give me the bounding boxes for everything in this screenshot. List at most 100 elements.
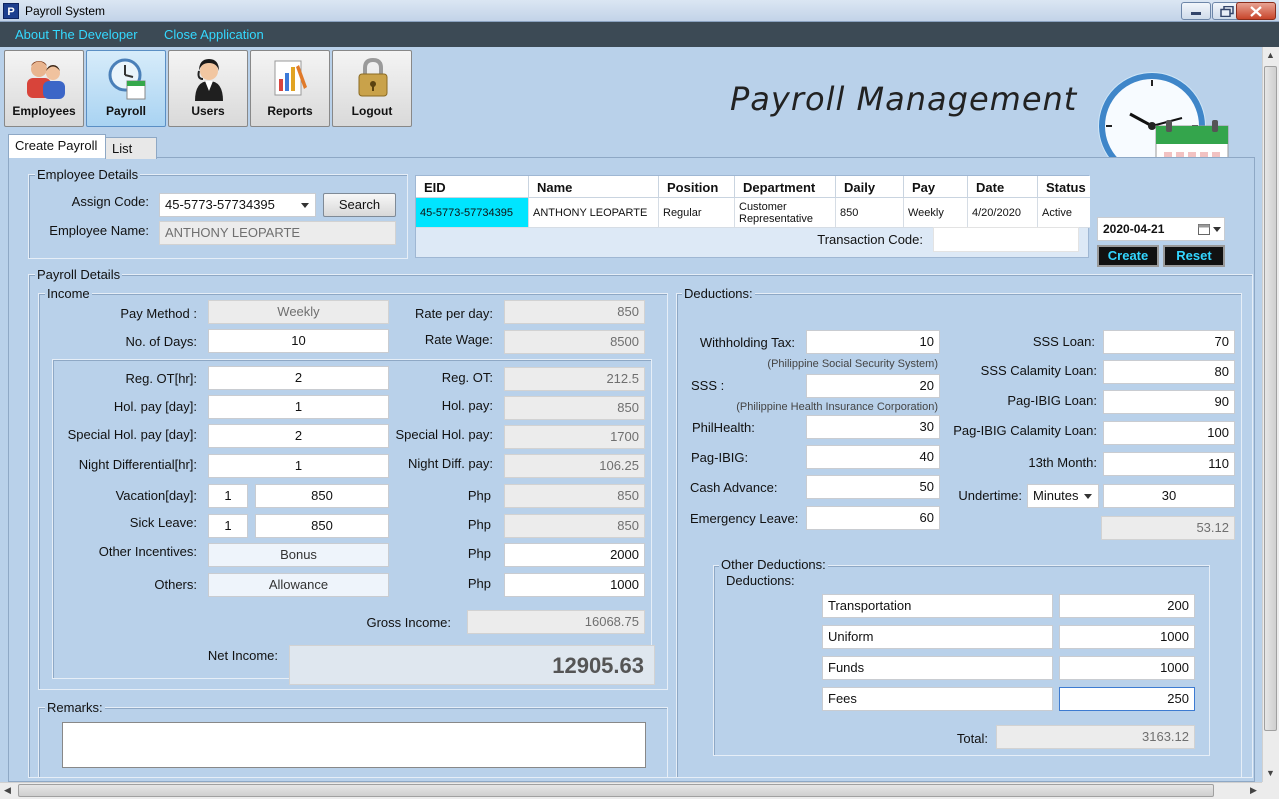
other-deduction-name-3[interactable]: Funds: [822, 656, 1053, 680]
withholding-tax-input[interactable]: 10: [806, 330, 940, 354]
scroll-down-icon[interactable]: ▼: [1266, 768, 1275, 778]
chevron-down-icon: [1084, 494, 1092, 499]
pagibig-calamity-loan-input[interactable]: 100: [1103, 421, 1235, 445]
grid-cell-position[interactable]: Regular: [659, 198, 735, 228]
horizontal-scroll-thumb[interactable]: [18, 784, 1214, 797]
vacation-days-input[interactable]: 1: [208, 484, 248, 508]
grid-header-name[interactable]: Name: [529, 176, 659, 198]
other-deduction-value-2[interactable]: 1000: [1059, 625, 1195, 649]
reg-ot-field[interactable]: 212.5: [504, 367, 645, 391]
month13-input[interactable]: 110: [1103, 452, 1235, 476]
other-deduction-value-4[interactable]: 250: [1059, 687, 1195, 711]
sick-days-input[interactable]: 1: [208, 514, 248, 538]
other-incentives-name-input[interactable]: Bonus: [208, 543, 389, 567]
undertime-input[interactable]: 30: [1103, 484, 1235, 508]
grid-header-position[interactable]: Position: [659, 176, 735, 198]
undertime-amount-field[interactable]: 53.12: [1101, 516, 1235, 540]
emergency-leave-input[interactable]: 60: [806, 506, 940, 530]
grid-header-department[interactable]: Department: [735, 176, 836, 198]
window-title: Payroll System: [25, 4, 106, 18]
sick-php-field[interactable]: 850: [504, 514, 645, 538]
nav-reports-button[interactable]: Reports: [250, 50, 330, 127]
assign-code-label: Assign Code:: [71, 194, 149, 209]
grid-header-date[interactable]: Date: [968, 176, 1038, 198]
grid-cell-status[interactable]: Active: [1038, 198, 1090, 228]
pagibig-input[interactable]: 40: [806, 445, 940, 469]
grid-cell-date[interactable]: 4/20/2020: [968, 198, 1038, 228]
tab-list[interactable]: List: [105, 137, 157, 159]
philhealth-input[interactable]: 30: [806, 415, 940, 439]
days-input[interactable]: 10: [208, 329, 389, 353]
special-hol-pay-field[interactable]: 1700: [504, 425, 645, 449]
other-deduction-value-3[interactable]: 1000: [1059, 656, 1195, 680]
night-diff-pay-label: Night Diff. pay:: [407, 456, 493, 471]
undertime-unit-select[interactable]: Minutes: [1027, 484, 1099, 508]
sss-loan-input[interactable]: 70: [1103, 330, 1235, 354]
others-name-input[interactable]: Allowance: [208, 573, 389, 597]
others-php-label: Php: [467, 576, 491, 591]
menu-about-developer[interactable]: About The Developer: [15, 27, 138, 42]
hol-pay-field[interactable]: 850: [504, 396, 645, 420]
sick-rate-input[interactable]: 850: [255, 514, 389, 538]
search-button[interactable]: Search: [323, 193, 396, 217]
vacation-php-field[interactable]: 850: [504, 484, 645, 508]
rate-wage-field[interactable]: 8500: [504, 330, 645, 354]
total-field[interactable]: 3163.12: [996, 725, 1195, 749]
nav-payroll-button[interactable]: Payroll: [86, 50, 166, 127]
pagibig-loan-input[interactable]: 90: [1103, 390, 1235, 414]
net-income-label: Net Income:: [207, 648, 278, 663]
cash-advance-input[interactable]: 50: [806, 475, 940, 499]
scroll-up-icon[interactable]: ▲: [1266, 50, 1275, 60]
close-button[interactable]: [1236, 2, 1276, 20]
scroll-right-icon[interactable]: ▶: [1250, 785, 1257, 796]
pay-method-field[interactable]: Weekly: [208, 300, 389, 324]
gross-income-field[interactable]: 16068.75: [467, 610, 645, 634]
reset-button[interactable]: Reset: [1163, 245, 1225, 267]
hol-day-input[interactable]: 1: [208, 395, 389, 419]
employee-name-label: Employee Name:: [49, 223, 149, 238]
date-picker[interactable]: 2020-04-21: [1097, 217, 1225, 241]
remarks-textarea[interactable]: [62, 722, 646, 768]
special-hol-day-input[interactable]: 2: [208, 424, 389, 448]
app-icon: P: [3, 3, 19, 19]
nav-logout-button[interactable]: Logout: [332, 50, 412, 127]
vacation-rate-input[interactable]: 850: [255, 484, 389, 508]
other-deduction-name-1[interactable]: Transportation: [822, 594, 1053, 618]
vertical-scroll-thumb[interactable]: [1264, 66, 1277, 731]
grid-header-status[interactable]: Status: [1038, 176, 1090, 198]
grid-cell-department[interactable]: Customer Representative: [735, 198, 836, 228]
pay-method-label: Pay Method :: [120, 306, 197, 321]
sss-input[interactable]: 20: [806, 374, 940, 398]
minimize-button[interactable]: [1181, 2, 1211, 20]
grid-header-pay[interactable]: Pay: [904, 176, 968, 198]
others-value-input[interactable]: 1000: [504, 573, 645, 597]
close-icon: [1250, 5, 1262, 17]
nav-users-button[interactable]: Users: [168, 50, 248, 127]
night-diff-hr-input[interactable]: 1: [208, 454, 389, 478]
other-deduction-value-1[interactable]: 200: [1059, 594, 1195, 618]
tab-create-payroll[interactable]: Create Payroll: [8, 134, 106, 158]
grid-cell-pay[interactable]: Weekly: [904, 198, 968, 228]
other-deduction-name-4[interactable]: Fees: [822, 687, 1053, 711]
employee-name-field[interactable]: ANTHONY LEOPARTE: [159, 221, 396, 245]
assign-code-select[interactable]: 45-5773-57734395: [159, 193, 316, 217]
grid-cell-name[interactable]: ANTHONY LEOPARTE: [529, 198, 659, 228]
month13-label: 13th Month:: [1028, 455, 1097, 470]
rate-per-day-field[interactable]: 850: [504, 300, 645, 324]
menu-close-application[interactable]: Close Application: [164, 27, 264, 42]
net-income-field[interactable]: 12905.63: [289, 645, 655, 685]
grid-header-eid[interactable]: EID: [416, 176, 529, 198]
grid-cell-daily[interactable]: 850: [836, 198, 904, 228]
transaction-code-input[interactable]: [933, 227, 1079, 252]
create-button[interactable]: Create: [1097, 245, 1159, 267]
grid-cell-eid[interactable]: 45-5773-57734395: [416, 198, 529, 228]
reg-ot-hr-input[interactable]: 2: [208, 366, 389, 390]
nav-users-label: Users: [191, 104, 225, 118]
scroll-left-icon[interactable]: ◀: [4, 785, 11, 796]
other-incentives-value-input[interactable]: 2000: [504, 543, 645, 567]
grid-header-daily[interactable]: Daily: [836, 176, 904, 198]
night-diff-pay-field[interactable]: 106.25: [504, 454, 645, 478]
other-deduction-name-2[interactable]: Uniform: [822, 625, 1053, 649]
sss-calamity-loan-input[interactable]: 80: [1103, 360, 1235, 384]
nav-employees-button[interactable]: Employees: [4, 50, 84, 127]
